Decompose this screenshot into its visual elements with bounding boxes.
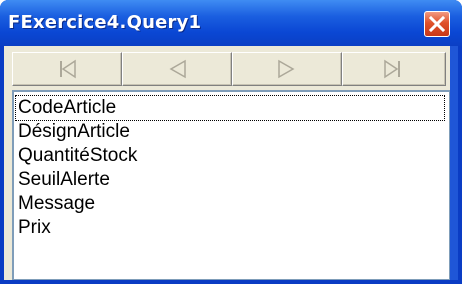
title-bar[interactable]: FExercice4.Query1 bbox=[0, 0, 462, 46]
dataset-navigator bbox=[4, 48, 450, 90]
list-item[interactable]: Prix bbox=[18, 216, 51, 240]
last-record-button[interactable] bbox=[342, 52, 446, 86]
fields-listbox[interactable]: CodeArticle DésignArticle QuantitéStock … bbox=[12, 90, 450, 280]
list-item[interactable]: CodeArticle bbox=[15, 95, 445, 121]
close-button[interactable] bbox=[424, 11, 450, 37]
next-record-button[interactable] bbox=[232, 52, 342, 86]
list-item[interactable]: Message bbox=[18, 192, 95, 216]
list-item[interactable]: SeuilAlerte bbox=[18, 168, 110, 192]
close-icon bbox=[425, 15, 449, 40]
first-record-button[interactable] bbox=[12, 52, 122, 86]
window-title: FExercice4.Query1 bbox=[8, 12, 202, 33]
list-item[interactable]: QuantitéStock bbox=[18, 144, 137, 168]
list-item[interactable]: DésignArticle bbox=[18, 120, 130, 144]
prior-record-button[interactable] bbox=[122, 52, 232, 86]
